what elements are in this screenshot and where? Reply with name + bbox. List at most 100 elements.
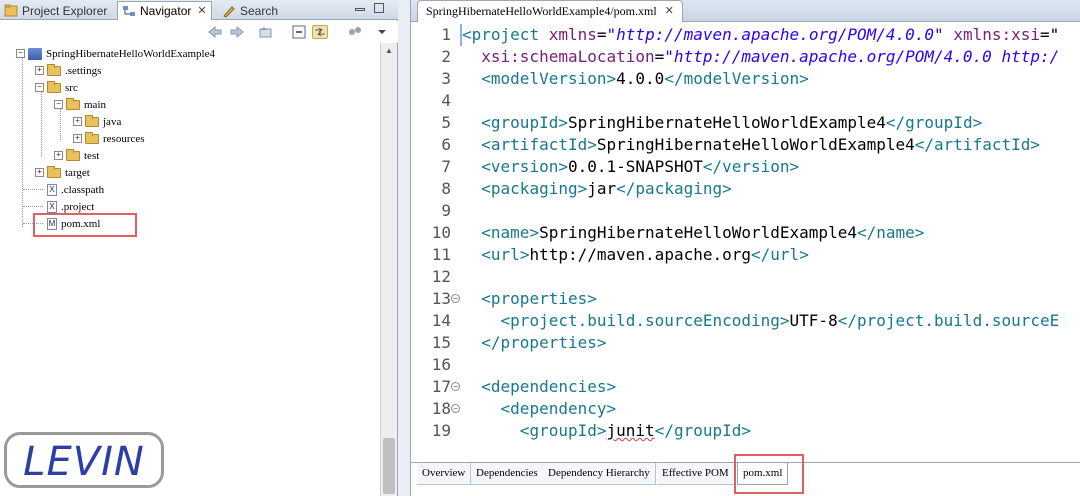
code-line: <project xmlns="http://maven.apache.org/… xyxy=(462,24,1059,46)
code-token: modelVersion xyxy=(490,69,607,88)
tab-project-explorer[interactable]: Project Explorer xyxy=(4,1,107,20)
navigator-icon xyxy=(122,4,136,18)
maximize-icon[interactable] xyxy=(374,3,384,13)
tree-item-settings[interactable]: + .settings xyxy=(35,62,101,79)
watermark-logo: LEVIN xyxy=(4,432,164,488)
tree-item-java[interactable]: + java xyxy=(73,113,121,130)
code-token: </ xyxy=(481,333,501,352)
code-token: version xyxy=(722,157,790,176)
collapse-icon[interactable]: − xyxy=(54,100,63,109)
collapse-icon[interactable]: − xyxy=(35,83,44,92)
left-pane: Project Explorer Navigator ✕ Search − Sp… xyxy=(0,0,398,496)
chevron-down-icon[interactable] xyxy=(376,25,392,39)
code-token: project xyxy=(471,25,540,44)
line-number: 7 xyxy=(441,157,451,176)
code-line: <modelVersion>4.0.0</modelVersion> xyxy=(462,68,809,90)
minimize-icon[interactable] xyxy=(355,8,365,11)
code-token: > xyxy=(519,245,530,264)
code-token: http://maven.apache.org xyxy=(529,245,752,264)
fold-toggle-icon[interactable]: − xyxy=(451,404,460,413)
tree-item-src[interactable]: − src xyxy=(35,79,78,96)
code-token: =" xyxy=(1040,25,1060,44)
line-number: 12 xyxy=(431,267,451,286)
link-with-editor-icon[interactable] xyxy=(312,25,328,39)
code-token: > xyxy=(741,421,752,440)
code-token: = xyxy=(654,47,665,66)
code-token: > xyxy=(779,311,790,330)
tree-item-classpath[interactable]: X .classpath xyxy=(23,181,105,198)
tab-dependencies[interactable]: Dependencies xyxy=(471,463,544,485)
vertical-scrollbar[interactable]: ▲ xyxy=(380,43,397,496)
tree-item-resources[interactable]: + resources xyxy=(73,130,145,147)
fold-toggle-icon[interactable]: − xyxy=(451,294,460,303)
scroll-up-icon[interactable]: ▲ xyxy=(385,46,393,55)
collapse-all-icon[interactable] xyxy=(291,25,307,39)
code-token: < xyxy=(481,113,491,132)
tree-item-target[interactable]: + target xyxy=(35,164,90,181)
code-line: <version>0.0.1-SNAPSHOT</version> xyxy=(462,156,799,178)
close-icon[interactable]: ✕ xyxy=(197,2,206,20)
editor-pane: SpringHibernateHelloWorldExample4/pom.xm… xyxy=(410,0,1080,496)
code-token: groupId xyxy=(490,113,559,132)
code-token: > xyxy=(606,377,617,396)
code-token: < xyxy=(500,311,511,330)
collapse-icon[interactable]: − xyxy=(16,49,25,58)
code-token: xsi:schemaLocation xyxy=(481,47,655,66)
tab-overview[interactable]: Overview xyxy=(417,463,472,485)
back-icon[interactable] xyxy=(207,25,223,39)
scrollbar-thumb[interactable] xyxy=(383,438,395,494)
expand-icon[interactable]: + xyxy=(35,168,44,177)
code-line: <groupId>SpringHibernateHelloWorldExampl… xyxy=(462,112,982,134)
code-token: > xyxy=(587,289,597,308)
pom-tab-highlight-box xyxy=(734,454,804,494)
code-token: properties xyxy=(500,333,597,352)
code-token: > xyxy=(558,113,568,132)
editor-tab-pom[interactable]: SpringHibernateHelloWorldExample4/pom.xm… xyxy=(417,0,683,22)
expand-icon[interactable]: + xyxy=(54,151,63,160)
project-explorer-icon xyxy=(4,4,18,18)
forward-icon[interactable] xyxy=(229,25,245,39)
line-number: 19 xyxy=(431,421,451,440)
fold-toggle-icon[interactable]: − xyxy=(451,382,460,391)
tab-dependency-hierarchy[interactable]: Dependency Hierarchy xyxy=(543,463,656,485)
tab-navigator[interactable]: Navigator ✕ xyxy=(117,1,212,20)
view-menu-icon[interactable] xyxy=(347,25,363,39)
expand-icon[interactable]: + xyxy=(35,66,44,75)
code-line: <groupId>junit</groupId> xyxy=(462,420,751,442)
line-number: 1 xyxy=(441,25,451,44)
expand-icon[interactable]: + xyxy=(73,134,82,143)
code-token: < xyxy=(462,25,472,44)
close-icon[interactable]: ✕ xyxy=(665,1,674,22)
code-token: > xyxy=(529,223,540,242)
line-number: 11 xyxy=(431,245,451,264)
tree-item-test[interactable]: + test xyxy=(54,147,99,164)
tab-effective-pom[interactable]: Effective POM xyxy=(657,463,735,485)
code-line: </properties> xyxy=(462,332,606,354)
line-number-gutter: 1 2 3 4 5 6 7 8 9 10 11 12 13−14 15 16 17−18−19 xyxy=(411,22,461,462)
code-token: > xyxy=(606,69,617,88)
expand-icon[interactable]: + xyxy=(73,117,82,126)
code-token: </ xyxy=(702,157,723,176)
up-icon[interactable] xyxy=(258,25,274,39)
tree-item-label: .classpath xyxy=(61,183,105,196)
tree-item-main[interactable]: − main xyxy=(54,96,106,113)
tree-item-project[interactable]: − SpringHibernateHelloWorldExample4 xyxy=(16,45,215,62)
code-token: SpringHibernateHelloWorldExample4 xyxy=(596,135,915,154)
code-editor[interactable]: 1 2 3 4 5 6 7 8 9 10 11 12 13−14 15 16 17−18−19 <projec… xyxy=(411,22,1080,462)
line-number: 6 xyxy=(441,135,451,154)
code-token: 4.0.0 xyxy=(616,69,665,88)
code-token: dependency xyxy=(510,399,607,418)
code-token: < xyxy=(481,223,491,242)
code-token: < xyxy=(481,135,491,154)
tab-search-label: Search xyxy=(240,3,279,18)
code-token: UTF-8 xyxy=(789,311,838,330)
tab-navigator-label: Navigator xyxy=(140,4,192,18)
code-line: xsi:schemaLocation="http://maven.apache.… xyxy=(462,46,1059,68)
tab-search[interactable]: Search xyxy=(222,1,278,20)
